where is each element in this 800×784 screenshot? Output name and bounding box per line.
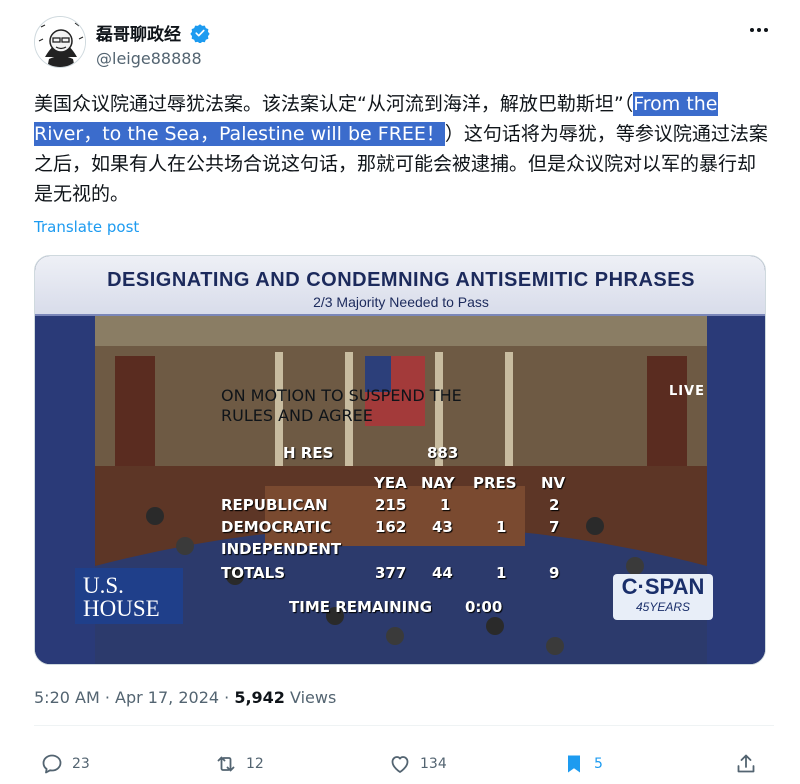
share-icon	[737, 754, 755, 773]
totals-nay: 44	[432, 564, 453, 582]
republican-nv: 2	[549, 496, 560, 514]
us-house-logo-line2: HOUSE	[83, 596, 160, 621]
post-text: 美国众议院通过辱犹法案。该法案认定“从河流到海洋，解放巴勒斯坦”（From th…	[34, 89, 774, 209]
action-bar: 23 12 134 5	[34, 744, 774, 784]
reply-icon	[42, 754, 62, 774]
totals-pres: 1	[496, 564, 507, 582]
header-yea: YEA	[374, 474, 407, 492]
vote-banner: DESIGNATING AND CONDEMNING ANTISEMITIC P…	[35, 256, 765, 316]
party-independent: INDEPENDENT	[221, 540, 342, 558]
party-democratic: DEMOCRATIC	[221, 518, 332, 536]
like-button[interactable]: 134	[388, 744, 447, 784]
post-time[interactable]: 5:20 AM	[34, 688, 100, 707]
democratic-pres: 1	[496, 518, 507, 536]
post-header: 磊哥聊政经 @leige88888	[34, 16, 774, 72]
meta-separator: ·	[99, 688, 116, 707]
us-house-logo: U.S. HOUSE	[75, 568, 183, 624]
cspan-name: C·SPAN	[621, 574, 705, 599]
republican-nay: 1	[440, 496, 451, 514]
heart-icon	[391, 756, 409, 773]
party-republican: REPUBLICAN	[221, 496, 328, 514]
like-count: 134	[420, 756, 447, 772]
us-house-logo-line1: U.S.	[83, 573, 124, 598]
bill-number: 883	[427, 444, 459, 462]
divider	[34, 725, 774, 726]
cspan-logo: C·SPAN 45YEARS	[613, 574, 713, 620]
democratic-yea: 162	[375, 518, 407, 536]
avatar[interactable]	[34, 16, 86, 68]
reply-count: 23	[72, 756, 90, 772]
democratic-nay: 43	[432, 518, 453, 536]
banner-title: DESIGNATING AND CONDEMNING ANTISEMITIC P…	[107, 269, 695, 291]
display-name[interactable]: 磊哥聊政经	[96, 20, 181, 45]
user-handle[interactable]: @leige88888	[96, 49, 210, 68]
bookmark-filled-icon	[568, 755, 580, 773]
repost-icon	[217, 756, 235, 772]
views-label: Views	[284, 688, 337, 707]
share-button[interactable]	[734, 744, 758, 784]
bookmark-count: 5	[594, 756, 603, 772]
post-date[interactable]: Apr 17, 2024	[115, 688, 219, 707]
views-count: 5,942	[234, 688, 285, 707]
post-text-part: 美国众议院通过辱犹法案。该法案认定“从河流到海洋，解放巴勒斯坦”（	[34, 93, 634, 115]
header-pres: PRES	[473, 474, 517, 492]
meta-separator: ·	[219, 688, 235, 707]
more-dots-icon	[750, 28, 768, 32]
verified-badge-icon	[190, 23, 210, 44]
reply-button[interactable]: 23	[40, 744, 90, 784]
header-nay: NAY	[421, 474, 455, 492]
time-remaining-value: 0:00	[465, 598, 503, 616]
repost-button[interactable]: 12	[214, 744, 264, 784]
banner-subtitle: 2/3 Majority Needed to Pass	[313, 294, 489, 310]
header-nv: NV	[541, 474, 566, 492]
more-options-button[interactable]	[744, 18, 774, 42]
time-remaining-label: TIME REMAINING	[289, 598, 433, 616]
party-totals: TOTALS	[221, 564, 286, 582]
post-meta: 5:20 AM · Apr 17, 2024 · 5,942 Views	[34, 688, 336, 707]
translate-post-link[interactable]: Translate post	[34, 218, 139, 236]
repost-count: 12	[246, 756, 264, 772]
totals-nv: 9	[549, 564, 560, 582]
bill-label: H RES	[283, 444, 334, 462]
cspan-subtitle: 45YEARS	[635, 600, 691, 614]
democratic-nv: 7	[549, 518, 560, 536]
republican-yea: 215	[375, 496, 407, 514]
post-media-image[interactable]: DESIGNATING AND CONDEMNING ANTISEMITIC P…	[34, 255, 766, 665]
totals-yea: 377	[375, 564, 407, 582]
bookmark-button[interactable]: 5	[562, 744, 603, 784]
avatar-cartoon-icon	[35, 17, 85, 67]
